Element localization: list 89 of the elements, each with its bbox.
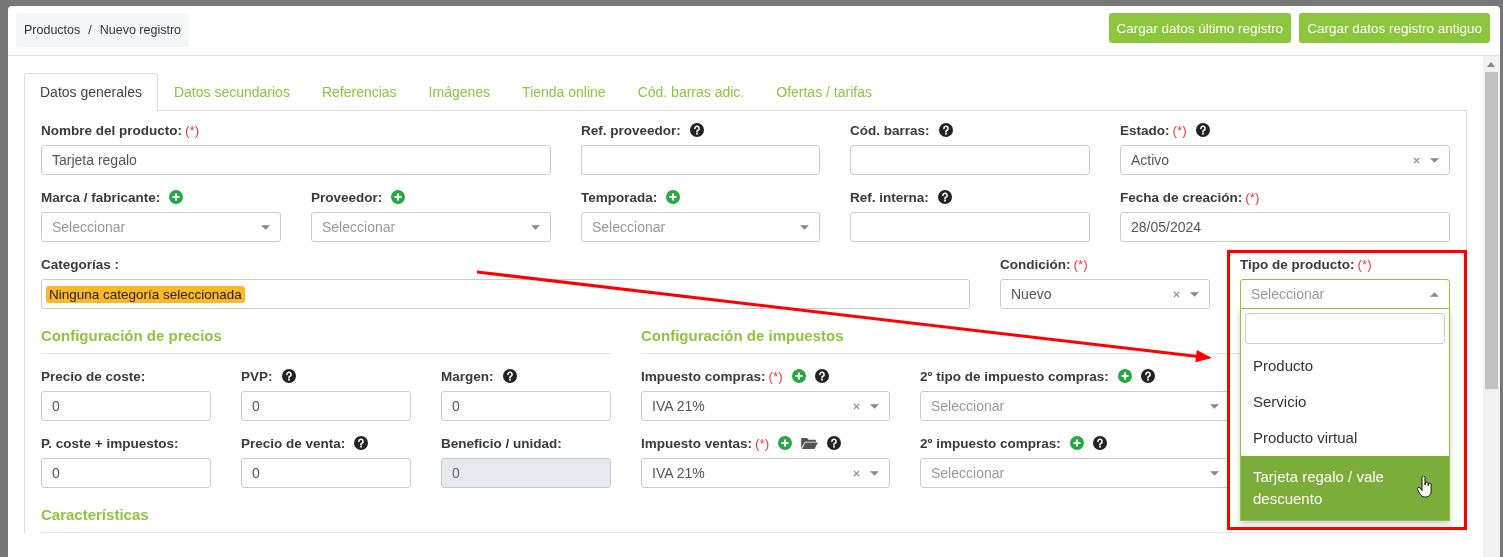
help-icon[interactable] [814, 369, 829, 383]
field-label: Beneficio / unidad: [441, 435, 562, 451]
field-label: Nombre del producto: [41, 122, 182, 138]
search-field[interactable] [1245, 313, 1445, 344]
add-icon[interactable] [391, 190, 406, 204]
add-icon[interactable] [666, 190, 681, 204]
add-icon[interactable] [791, 369, 806, 383]
field-label: Marca / fabricante: [41, 189, 161, 205]
field-label: PVP: [241, 368, 273, 384]
required-mark: (*) [1245, 189, 1260, 205]
dropdown-option[interactable]: Servicio [1241, 384, 1449, 420]
select-field[interactable]: Activo [1120, 145, 1450, 175]
clear-icon[interactable] [1413, 156, 1420, 164]
field-label: Ref. proveedor: [581, 122, 681, 138]
text-field[interactable]: Tarjeta regalo [41, 145, 551, 175]
dropdown-option[interactable]: Producto virtual [1241, 420, 1449, 456]
help-icon[interactable] [937, 190, 952, 204]
category-tag: Ninguna categoría seleccionada [46, 285, 245, 303]
text-field[interactable] [850, 145, 1090, 175]
caret-icon [1430, 157, 1439, 163]
field-label: Impuesto ventas: [641, 435, 753, 451]
required-mark: (*) [1357, 256, 1372, 272]
clear-icon[interactable] [853, 469, 860, 477]
field-label: Precio de coste: [41, 368, 146, 384]
hand-cursor-icon [1417, 476, 1433, 498]
caret-icon [870, 470, 879, 476]
field-label: Estado: [1120, 122, 1170, 138]
text-field[interactable] [581, 145, 820, 175]
text-field[interactable]: 0 [241, 458, 411, 488]
field-label: 2º tipo de impuesto compras: [920, 368, 1109, 384]
text-field[interactable]: 0 [241, 391, 411, 421]
help-icon[interactable] [938, 123, 953, 137]
caret-icon [800, 224, 809, 230]
field-label: Ref. interna: [850, 189, 929, 205]
required-mark: (*) [1073, 256, 1088, 272]
field-label: Temporada: [581, 189, 658, 205]
caret-icon [1430, 291, 1439, 297]
caret-icon [531, 224, 540, 230]
clear-icon[interactable] [1173, 290, 1180, 298]
add-icon[interactable] [778, 436, 793, 450]
required-mark: (*) [768, 368, 783, 384]
breadcrumb-separator: / [88, 23, 92, 37]
text-field[interactable]: 0 [441, 391, 611, 421]
add-icon[interactable] [169, 190, 184, 204]
field-label: Tipo de producto: [1240, 256, 1355, 272]
caret-icon [1210, 470, 1219, 476]
caret-icon [261, 224, 270, 230]
section-heading: Configuración de precios [41, 327, 611, 354]
breadcrumb-item[interactable]: Productos [24, 23, 81, 37]
field-label: Fecha de creación: [1120, 189, 1243, 205]
field-label: 2º impuesto compras: [920, 435, 1061, 451]
required-mark: (*) [1172, 122, 1187, 138]
tab[interactable]: Datos generales [24, 73, 158, 112]
help-icon[interactable] [281, 369, 296, 383]
required-mark: (*) [185, 122, 200, 138]
help-icon[interactable] [354, 436, 369, 450]
text-field[interactable]: 0 [41, 458, 211, 488]
field-label: Cód. barras: [850, 122, 930, 138]
text-field[interactable] [850, 212, 1090, 242]
help-icon[interactable] [1092, 436, 1107, 450]
select-field[interactable]: IVA 21% [641, 458, 890, 488]
help-icon[interactable] [827, 436, 842, 450]
add-icon[interactable] [1069, 436, 1084, 450]
help-icon[interactable] [689, 123, 704, 137]
help-icon[interactable] [502, 369, 517, 383]
scroll-up-icon[interactable] [1487, 62, 1495, 67]
field-label: Margen: [441, 368, 494, 384]
field-label: Condición: [1000, 256, 1071, 272]
add-icon[interactable] [1117, 369, 1132, 383]
help-icon[interactable] [1140, 369, 1155, 383]
field-label: Categorías : [41, 256, 120, 272]
clear-icon[interactable] [853, 402, 860, 410]
field-label: Impuesto compras: [641, 368, 766, 384]
text-field[interactable]: 28/05/2024 [1120, 212, 1450, 242]
help-icon[interactable] [1195, 123, 1210, 137]
select-field[interactable]: Nuevo [1000, 279, 1210, 309]
scrollbar[interactable] [1483, 56, 1500, 557]
caret-icon [1190, 291, 1199, 297]
caret-icon [870, 403, 879, 409]
field-label: P. coste + impuestos: [41, 435, 179, 451]
field-label: Precio de venta: [241, 435, 346, 451]
text-field[interactable]: 0 [41, 391, 211, 421]
select-field[interactable]: IVA 21% [641, 391, 890, 421]
caret-icon [1210, 403, 1219, 409]
required-mark: (*) [755, 435, 770, 451]
field-label: Proveedor: [311, 189, 383, 205]
breadcrumb-item: Nuevo registro [99, 23, 182, 37]
category-field[interactable]: Ninguna categoría seleccionada [41, 279, 970, 309]
folder-icon[interactable] [801, 436, 819, 450]
